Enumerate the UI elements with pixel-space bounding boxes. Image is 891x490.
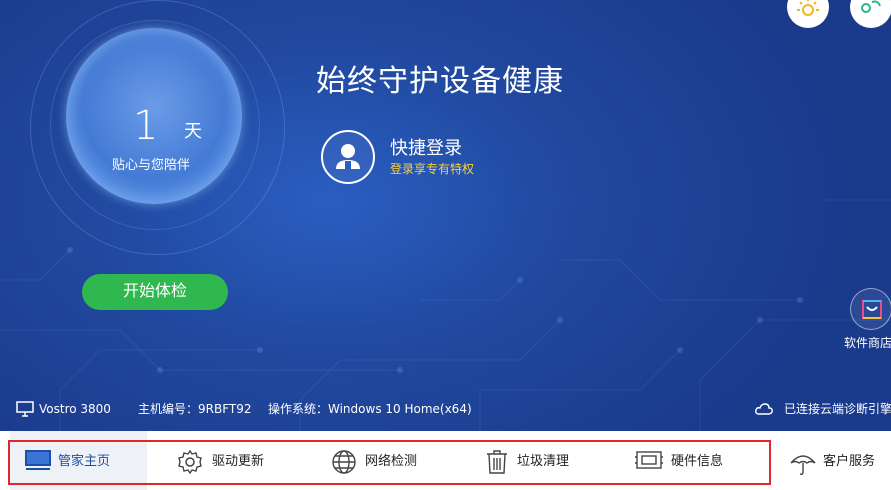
hardware-icon: [635, 451, 663, 469]
cloud-icon: [755, 403, 773, 415]
store-bag-icon: [862, 300, 882, 319]
nav-label-driver-update: 驱动更新: [212, 454, 265, 469]
settings-icon[interactable]: [850, 0, 891, 28]
days-caption: 贴心与您陪伴: [112, 158, 191, 173]
quick-login-link[interactable]: 快捷登录: [390, 138, 462, 160]
monitor-icon: [25, 450, 51, 470]
nav-label-network-check: 网络检测: [365, 454, 418, 469]
nav-item-hardware-info[interactable]: 硬件信息: [597, 431, 769, 490]
days-unit: 天: [184, 121, 202, 142]
operating-system: 操作系统：Windows 10 Home(x64): [268, 402, 472, 416]
device-serial: 主机编号：9RBFT92: [138, 402, 252, 416]
desktop-icon: [16, 401, 34, 417]
customer-service-button[interactable]: 客户服务: [775, 431, 891, 490]
umbrella-icon: [790, 455, 816, 475]
device-model: Vostro 3800: [39, 402, 111, 416]
nav-label-hardware-info: 硬件信息: [671, 454, 724, 469]
start-checkup-button[interactable]: 开始体检: [82, 274, 228, 310]
nav-label-junk-cleanup: 垃圾清理: [517, 454, 570, 469]
bottom-nav: 管家主页 驱动更新 网络检测 垃圾清理 硬件信息 客户服务: [0, 431, 891, 490]
nav-item-home[interactable]: 管家主页: [10, 431, 147, 490]
cloud-status: 已连接云端诊断引擎: [784, 402, 891, 416]
gear-icon: [178, 449, 202, 475]
software-store-button[interactable]: [850, 288, 891, 330]
hero-panel: 1 天 贴心与您陪伴 开始体检 始终守护设备健康 快捷登录 登录享专有特权 软件…: [0, 0, 891, 431]
login-benefit-text: 登录享专有特权: [390, 162, 475, 176]
software-store-label[interactable]: 软件商店: [844, 336, 891, 350]
customer-service-label: 客户服务: [823, 454, 876, 469]
globe-icon: [332, 450, 356, 474]
nav-item-junk-cleanup[interactable]: 垃圾清理: [447, 431, 597, 490]
skin-icon[interactable]: [787, 0, 829, 28]
feedback-icon: [861, 0, 881, 13]
login-avatar-icon[interactable]: [321, 130, 375, 184]
days-number: 1: [133, 103, 159, 149]
nav-label-home: 管家主页: [58, 454, 111, 469]
nav-item-network-check[interactable]: 网络检测: [297, 431, 447, 490]
sun-icon: [797, 0, 819, 16]
user-icon: [336, 144, 360, 169]
page-headline: 始终守护设备健康: [316, 64, 564, 99]
trash-icon: [487, 450, 507, 474]
nav-item-driver-update[interactable]: 驱动更新: [147, 431, 297, 490]
